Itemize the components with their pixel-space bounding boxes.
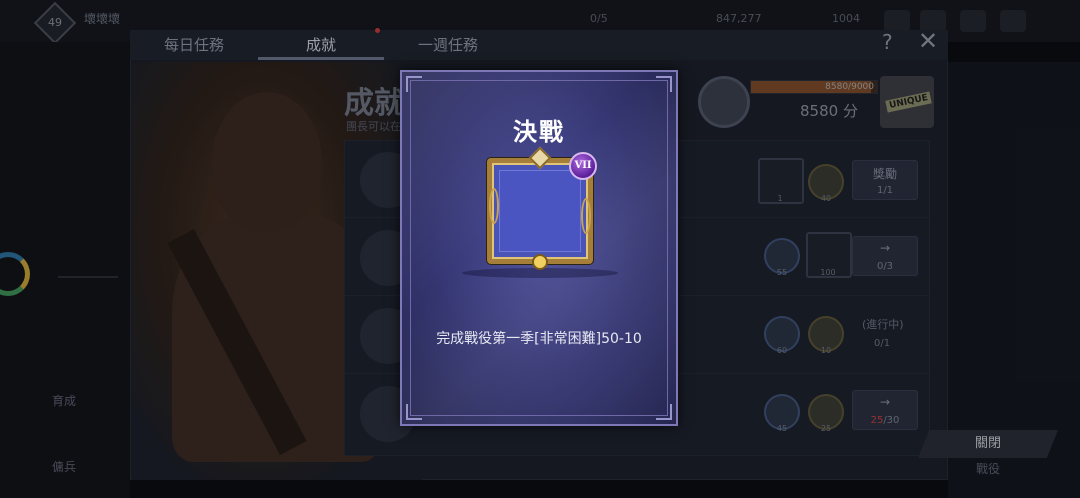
corner-ornament <box>406 76 422 92</box>
frame-ornament <box>581 198 591 234</box>
rank-badge: VII <box>569 152 597 180</box>
frame-ornament <box>489 188 499 224</box>
corner-ornament <box>656 76 672 92</box>
achievement-description: 完成戰役第一季[非常困難]50-10 <box>436 331 642 347</box>
achievement-detail-modal: 決戰 VII 完成戰役第一季[非常困難]50-10 <box>400 70 678 426</box>
frame-inner <box>499 170 581 252</box>
modal-title: 決戰 <box>513 118 565 146</box>
portrait-frame-icon: VII <box>487 146 597 270</box>
corner-ornament <box>656 404 672 420</box>
rank-label: VII <box>574 160 592 171</box>
frame-jewel <box>532 254 548 270</box>
corner-ornament <box>406 404 422 420</box>
